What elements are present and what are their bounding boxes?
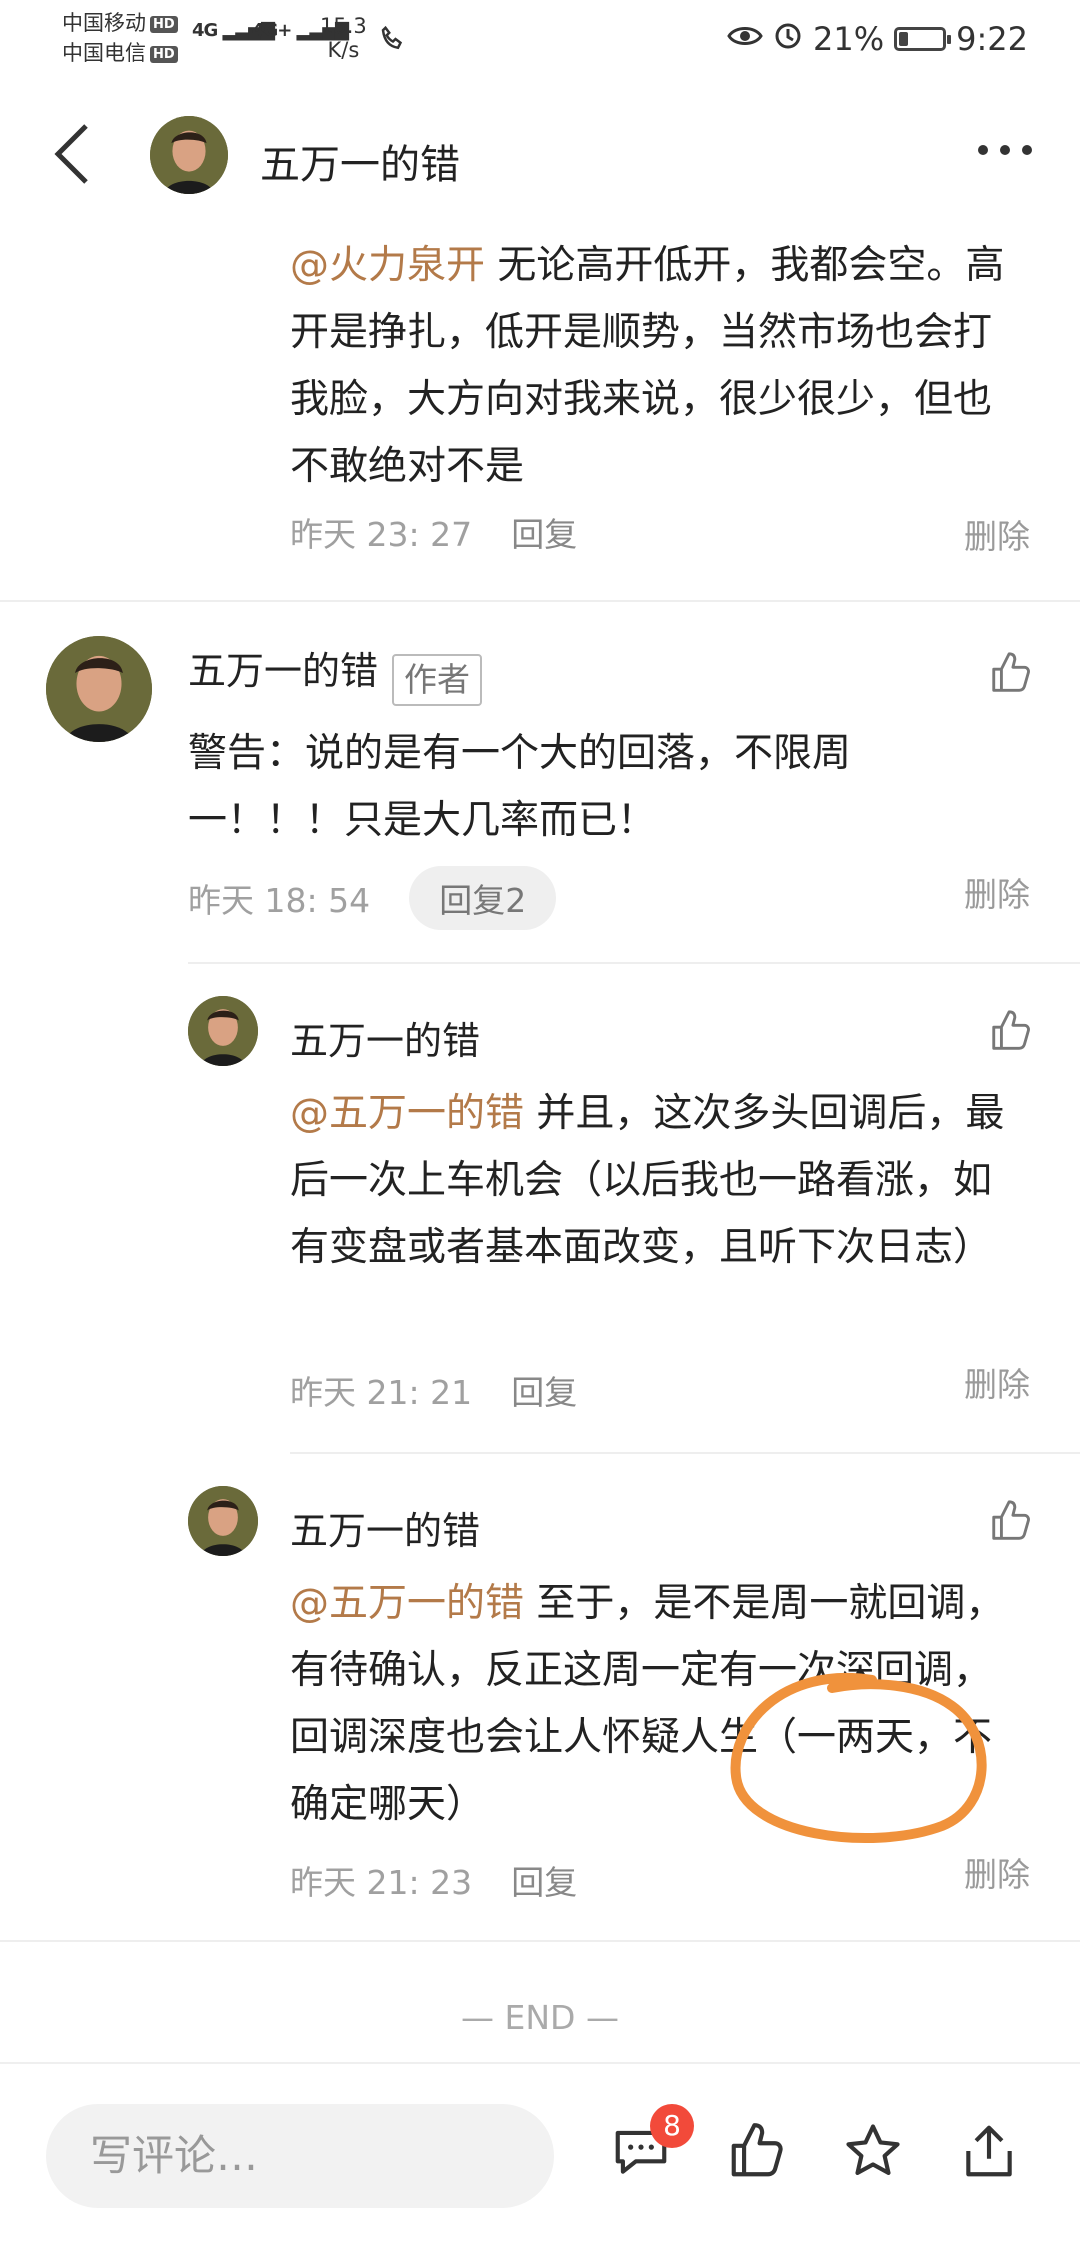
thumbs-up-icon[interactable] [988, 650, 1034, 700]
end-marker: — END — [461, 1998, 619, 2037]
reply-item: @火力泉开 无论高开低开，我都会空。高开是挣扎，低开是顺势，当然市场也会打我脸，… [290, 232, 1010, 556]
commenter-name[interactable]: 五万一的错 [290, 1010, 480, 1065]
divider [0, 1940, 1080, 1942]
hd-badge: HD [150, 15, 178, 33]
reply-text: @火力泉开 无论高开低开，我都会空。高开是挣扎，低开是顺势，当然市场也会打我脸，… [290, 243, 1005, 489]
comment-time: 昨天 18: 54 [188, 881, 371, 920]
reply-time: 昨天 21: 21 [290, 1373, 473, 1412]
commenter-avatar[interactable] [188, 996, 258, 1066]
thumbs-up-icon[interactable] [988, 1498, 1034, 1548]
reply-time: 昨天 21: 23 [290, 1863, 473, 1902]
carrier-1: 中国移动 [62, 11, 146, 35]
status-bar: 中国移动 HD 中国电信 HD 4G ▂▃▅▇ 4G+ ▂▃▅▇ 15.3 K/s … [0, 0, 1080, 80]
reply-button[interactable]: 回复 [511, 1373, 577, 1412]
mention-link[interactable]: @火力泉开 [290, 243, 485, 288]
commenter-name[interactable]: 五万一的错 [188, 649, 378, 693]
delete-button[interactable]: 删除 [964, 1358, 1030, 1406]
share-icon[interactable] [958, 2120, 1020, 2186]
commenter-avatar[interactable] [46, 636, 152, 742]
mention-link[interactable]: @五万一的错 [290, 1091, 524, 1136]
commenter-avatar[interactable] [188, 1486, 258, 1556]
comment-text: 警告：说的是有一个大的回落，不限周一！！！只是大几率而已！ [188, 731, 852, 843]
comment-count-badge: 8 [650, 2104, 694, 2148]
carrier-2: 中国电信 [62, 41, 146, 65]
eye-icon [727, 20, 763, 58]
bottom-action-bar: 写评论… 8 [0, 2062, 1080, 2246]
reply-meta: 昨天 21: 23 回复 [290, 1856, 577, 1904]
view-replies-button[interactable]: 回复2 [409, 866, 557, 930]
delete-button[interactable]: 删除 [964, 510, 1030, 558]
divider [188, 962, 1080, 964]
comment-header: 五万一的错 作者 [188, 640, 483, 706]
reply-button[interactable]: 回复 [511, 1863, 577, 1902]
comment-input[interactable]: 写评论… [46, 2104, 554, 2208]
status-right: 21% 9:22 [727, 20, 1028, 58]
delete-button[interactable]: 删除 [964, 868, 1030, 916]
comment-meta: 昨天 18: 54 回复2 [188, 866, 557, 930]
alarm-icon [773, 20, 803, 58]
hd-badge: HD [150, 45, 178, 63]
author-avatar[interactable] [150, 116, 228, 194]
divider [0, 600, 1080, 602]
carrier-info: 中国移动 HD 中国电信 HD [62, 8, 178, 68]
reply-text: @五万一的错 并且，这次多头回调后，最后一次上车机会（以后我也一路看涨，如有变盘… [290, 1091, 1005, 1270]
volte-call-icon [378, 24, 408, 59]
back-arrow-icon[interactable] [52, 122, 92, 190]
top-nav: 五万一的错 [0, 90, 1080, 220]
author-badge: 作者 [392, 653, 483, 706]
star-favorite-icon[interactable] [842, 2120, 904, 2186]
hand-drawn-circle-annotation [730, 1673, 987, 1843]
battery-percent: 21% [813, 20, 885, 58]
more-options-icon[interactable] [978, 145, 1032, 155]
battery-icon [894, 27, 952, 51]
commenter-name[interactable]: 五万一的错 [290, 1500, 480, 1555]
mention-link[interactable]: @五万一的错 [290, 1581, 524, 1626]
net-speed: 15.3 K/s [320, 14, 367, 62]
thumbs-up-icon[interactable] [726, 2120, 788, 2186]
thumbs-up-icon[interactable] [988, 1008, 1034, 1058]
divider [290, 1452, 1080, 1454]
reply-meta: 昨天 21: 21 回复 [290, 1366, 577, 1414]
clock: 9:22 [956, 20, 1028, 58]
reply-time: 昨天 23: 27 [290, 515, 473, 554]
reply-button[interactable]: 回复 [511, 515, 577, 554]
page-title: 五万一的错 [260, 142, 460, 188]
